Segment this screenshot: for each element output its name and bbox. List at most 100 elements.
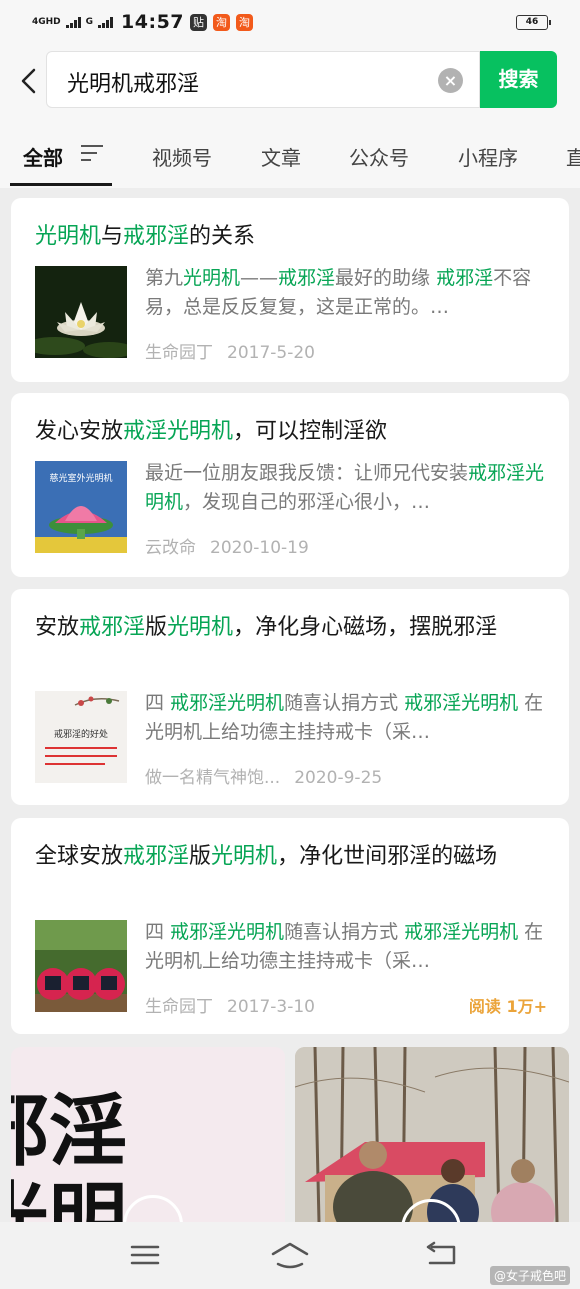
text-segment: 与 bbox=[101, 224, 124, 249]
result-title[interactable]: 发心安放戒淫光明机，可以控制淫欲 bbox=[35, 415, 545, 449]
result-card[interactable]: 发心安放戒淫光明机，可以控制淫欲 慈光室外光明机 最近一位朋友跟我反馈：让师兄代… bbox=[11, 393, 569, 577]
result-card[interactable]: 安放戒邪淫版光明机，净化身心磁场，摆脱邪淫 戒邪淫的好处 四 戒邪淫光明机随喜认… bbox=[11, 589, 569, 805]
clear-icon[interactable]: × bbox=[438, 68, 463, 93]
result-thumbnail bbox=[35, 266, 127, 358]
result-snippet: 四 戒邪淫光明机随喜认捐方式 戒邪淫光明机 在光明机上给功德主挂持戒卡（采… bbox=[145, 689, 545, 747]
tab-articles[interactable]: 文章 bbox=[261, 142, 301, 171]
result-meta: 生命园丁 2017-3-10 bbox=[145, 992, 315, 1017]
text-segment: ，可以控制淫欲 bbox=[233, 419, 388, 444]
result-meta: 云改命 2020-10-19 bbox=[145, 533, 309, 558]
tab-live[interactable]: 直 bbox=[566, 142, 580, 171]
result-meta: 做一名精气神饱... 2020-9-25 bbox=[145, 763, 382, 788]
result-snippet: 第九光明机——戒邪淫最好的助缘 戒邪淫不容易，总是反反复复，这是正常的。… bbox=[145, 264, 545, 322]
video-overlay-text-2: 光明 bbox=[11, 1174, 128, 1223]
tab-bar: 全部 视频号 文章 公众号 小程序 直 bbox=[0, 118, 580, 188]
filter-icon[interactable] bbox=[81, 145, 103, 163]
result-source[interactable]: 生命园丁 bbox=[145, 997, 213, 1017]
text-segment: 发心安放 bbox=[35, 419, 124, 444]
text-segment: 全球安放 bbox=[35, 844, 124, 869]
text-segment: 版 bbox=[145, 615, 168, 640]
tab-all[interactable]: 全部 bbox=[23, 142, 63, 171]
result-date: 2020-10-19 bbox=[210, 538, 309, 558]
keyword-highlight: 光明机 bbox=[183, 267, 241, 289]
signal-bars-icon-2 bbox=[98, 16, 114, 28]
keyword-highlight: 戒邪淫 bbox=[123, 224, 190, 249]
text-segment: 第九 bbox=[145, 267, 184, 289]
result-date: 2017-3-10 bbox=[227, 997, 315, 1017]
keyword-highlight: 戒邪淫光明机 bbox=[170, 921, 285, 943]
text-segment: 最好的助缘 bbox=[335, 267, 437, 289]
back-arrow-icon[interactable] bbox=[14, 62, 44, 100]
tab-mini-programs[interactable]: 小程序 bbox=[458, 142, 518, 171]
signal-bars-icon bbox=[65, 16, 81, 28]
result-thumbnail: 戒邪淫的好处 bbox=[35, 691, 127, 783]
keyword-highlight: 戒淫光明机 bbox=[123, 419, 234, 444]
result-snippet: 四 戒邪淫光明机随喜认捐方式 戒邪淫光明机 在光明机上给功德主挂持戒卡（采… bbox=[145, 918, 545, 976]
result-source[interactable]: 生命园丁 bbox=[145, 343, 213, 363]
clock: 14:57 bbox=[121, 11, 185, 33]
forest-scene-image bbox=[295, 1047, 569, 1222]
text-segment: ，净化世间邪淫的磁场 bbox=[277, 844, 498, 869]
keyword-highlight: 光明机 bbox=[211, 844, 278, 869]
text-segment: 四 bbox=[145, 921, 171, 943]
keyword-highlight: 戒邪淫 bbox=[79, 615, 146, 640]
video-tile[interactable] bbox=[295, 1047, 569, 1222]
keyword-highlight: 戒邪淫 bbox=[278, 267, 336, 289]
result-card[interactable]: 光明机与戒邪淫的关系 第九光明机——戒邪淫最好的助缘 戒邪淫不容易，总是反反复复… bbox=[11, 198, 569, 382]
keyword-highlight: 明机 bbox=[480, 921, 519, 943]
result-title[interactable]: 全球安放戒邪淫版光明机，净化世间邪淫的磁场 bbox=[35, 840, 545, 874]
result-thumbnail: 慈光室外光明机 bbox=[35, 461, 127, 553]
network-type-2: G bbox=[85, 16, 94, 27]
result-source[interactable]: 云改命 bbox=[145, 538, 196, 558]
play-icon[interactable] bbox=[123, 1195, 183, 1222]
thumbnail-caption: 戒邪淫的好处 bbox=[53, 730, 108, 740]
result-title[interactable]: 安放戒邪淫版光明机，净化身心磁场，摆脱邪淫 bbox=[35, 611, 545, 645]
video-tile[interactable]: 邪淫 光明 bbox=[11, 1047, 285, 1222]
taobao-app-icon-2: 淘 bbox=[236, 13, 254, 31]
result-meta: 生命园丁 2017-5-20 bbox=[145, 338, 315, 363]
text-segment: 随喜认捐方式 bbox=[284, 692, 405, 714]
keyword-highlight: 光明机 bbox=[167, 615, 234, 640]
text-segment: 最近一位朋友跟我反馈：让师兄代安装 bbox=[145, 462, 469, 484]
result-source[interactable]: 做一名精气神饱... bbox=[145, 768, 280, 788]
result-date: 2017-5-20 bbox=[227, 343, 315, 363]
home-icon[interactable] bbox=[270, 1240, 310, 1270]
text-segment: —— bbox=[240, 267, 279, 289]
menu-icon[interactable] bbox=[126, 1240, 166, 1270]
video-overlay-text: 邪淫 bbox=[11, 1086, 128, 1177]
result-thumbnail bbox=[35, 920, 127, 1012]
search-input[interactable]: 光明机戒邪淫 × bbox=[46, 51, 480, 108]
signal-indicator: 4GHD G bbox=[32, 16, 114, 28]
result-title[interactable]: 光明机与戒邪淫的关系 bbox=[35, 220, 545, 254]
text-segment: 安放 bbox=[35, 615, 80, 640]
battery-icon: 46 bbox=[516, 15, 551, 30]
text-segment: 随喜认捐方式 bbox=[284, 921, 405, 943]
taobao-app-icon: 淘 bbox=[213, 13, 231, 31]
result-date: 2020-9-25 bbox=[294, 768, 383, 788]
result-snippet: 最近一位朋友跟我反馈：让师兄代安装戒邪淫光明机，发现自己的邪淫心很小，… bbox=[145, 459, 545, 517]
tieba-app-icon: 贴 bbox=[190, 13, 208, 31]
keyword-highlight: 戒邪淫 bbox=[436, 267, 494, 289]
keyword-highlight: 戒邪淫 bbox=[123, 844, 190, 869]
keyword-highlight: 光明机 bbox=[35, 224, 102, 249]
back-nav-icon[interactable] bbox=[420, 1240, 460, 1270]
read-count: 阅读 1万+ bbox=[468, 997, 547, 1016]
keyword-highlight: 戒邪淫光明机 bbox=[170, 692, 285, 714]
search-button[interactable]: 搜索 bbox=[480, 51, 557, 108]
keyword-highlight: 戒邪淫光 bbox=[404, 921, 481, 943]
status-bar: 4GHD G 14:57 贴 淘 淘 46 bbox=[0, 0, 580, 44]
tab-official-accounts[interactable]: 公众号 bbox=[349, 142, 409, 171]
search-query-text: 光明机戒邪淫 bbox=[67, 72, 200, 97]
active-tab-indicator bbox=[10, 183, 112, 186]
search-header: 光明机戒邪淫 × 搜索 bbox=[0, 44, 580, 118]
text-segment: 版 bbox=[189, 844, 212, 869]
keyword-highlight: 戒邪淫光明机 bbox=[404, 692, 519, 714]
network-type: 4GHD bbox=[32, 16, 61, 27]
result-card[interactable]: 全球安放戒邪淫版光明机，净化世间邪淫的磁场 四 戒邪淫光明机随喜认捐方式 戒邪淫… bbox=[11, 818, 569, 1034]
text-segment: 四 bbox=[145, 692, 171, 714]
text-segment: ，发现自己的邪淫心很小，… bbox=[183, 491, 431, 513]
system-nav-bar: @女子戒色吧 bbox=[0, 1222, 580, 1289]
tab-channels[interactable]: 视频号 bbox=[152, 142, 212, 171]
text-segment: ，净化身心磁场，摆脱邪淫 bbox=[233, 615, 498, 640]
watermark: @女子戒色吧 bbox=[489, 1266, 570, 1285]
